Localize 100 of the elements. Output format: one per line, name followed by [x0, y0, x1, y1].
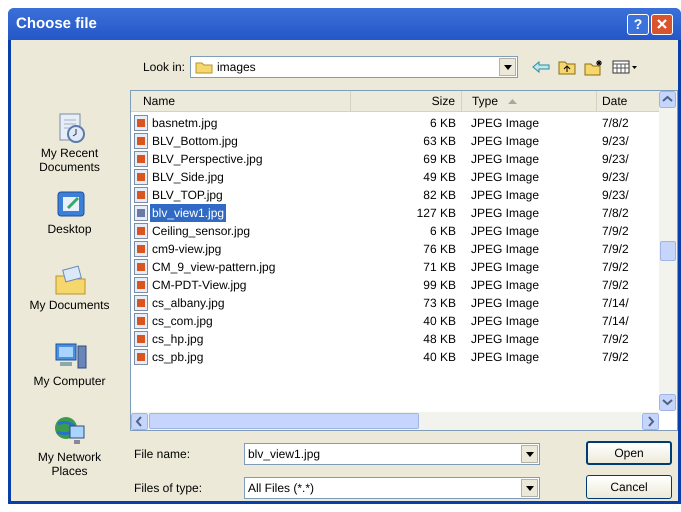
- file-name-cell[interactable]: cs_pb.jpg: [150, 348, 206, 366]
- image-file-icon: [134, 295, 148, 311]
- size-cell-text: 6 KB: [428, 115, 457, 132]
- file-name-cell[interactable]: CM-PDT-View.jpg: [150, 276, 248, 294]
- size-cell-text: 71 KB: [422, 259, 457, 276]
- image-file-icon: [134, 277, 148, 293]
- type-cell-text: JPEG Image: [470, 313, 540, 330]
- size-cell-text: 63 KB: [422, 133, 457, 150]
- vertical-scrollbar[interactable]: [659, 91, 677, 411]
- back-icon[interactable]: [532, 61, 550, 73]
- column-header[interactable]: Size: [351, 91, 462, 111]
- file-name-cell[interactable]: cs_hp.jpg: [150, 330, 206, 348]
- image-file-icon: [134, 187, 148, 203]
- image-file-icon: [134, 259, 148, 275]
- date-cell-text: 9/23/: [601, 187, 630, 204]
- scroll-up-icon[interactable]: [659, 91, 676, 108]
- look-in-dropdown[interactable]: images: [190, 56, 518, 78]
- file-name-cell[interactable]: BLV_TOP.jpg: [150, 186, 225, 204]
- scroll-thumb[interactable]: [660, 241, 676, 261]
- file-name-cell[interactable]: Ceiling_sensor.jpg: [150, 222, 252, 240]
- dropdown-button[interactable]: [499, 58, 516, 76]
- file-name-cell[interactable]: CM_9_view-pattern.jpg: [150, 258, 278, 276]
- column-header[interactable]: Date: [597, 91, 643, 111]
- date-cell-text: 7/8/2: [601, 205, 630, 222]
- horizontal-scrollbar[interactable]: [131, 412, 659, 430]
- date-cell-text: 9/23/: [601, 151, 630, 168]
- size-cell-text: 6 KB: [428, 223, 457, 240]
- file-type-label: Files of type:: [133, 480, 204, 497]
- image-file-icon: [134, 313, 148, 329]
- date-cell-text: 7/9/2: [601, 223, 630, 240]
- size-cell-text: 48 KB: [422, 331, 457, 348]
- place-item[interactable]: Desktop: [20, 186, 120, 260]
- size-cell-text: 69 KB: [422, 151, 457, 168]
- view-menu-icon[interactable]: [612, 60, 638, 74]
- close-button[interactable]: [651, 14, 673, 34]
- dropdown-button[interactable]: [521, 445, 538, 463]
- date-cell-text: 9/23/: [601, 169, 630, 186]
- window-title: Choose file: [16, 14, 98, 34]
- column-header[interactable]: Type: [462, 91, 597, 111]
- column-header[interactable]: Name: [131, 91, 351, 111]
- file-name-cell[interactable]: cs_com.jpg: [150, 312, 215, 330]
- file-name-cell[interactable]: cs_albany.jpg: [150, 294, 226, 312]
- image-file-icon: [134, 349, 148, 365]
- size-cell-text: 49 KB: [422, 169, 457, 186]
- scroll-thumb[interactable]: [149, 413, 419, 429]
- type-cell-text: JPEG Image: [470, 241, 540, 258]
- cancel-button[interactable]: Cancel: [586, 475, 672, 499]
- date-cell-text: 7/9/2: [601, 259, 630, 276]
- folder-icon: [195, 60, 213, 74]
- type-cell-text: JPEG Image: [470, 133, 540, 150]
- date-cell-text: 7/9/2: [601, 331, 630, 348]
- type-cell-text: JPEG Image: [470, 331, 540, 348]
- image-file-icon: [134, 115, 148, 131]
- date-cell-text: 9/23/: [601, 133, 630, 150]
- date-cell-text: 7/9/2: [601, 349, 630, 366]
- up-folder-icon[interactable]: [558, 59, 576, 75]
- type-cell-text: JPEG Image: [470, 205, 540, 222]
- scroll-left-icon[interactable]: [131, 412, 148, 430]
- place-item[interactable]: My Documents: [20, 262, 120, 336]
- image-file-icon: [134, 133, 148, 149]
- file-type-dropdown[interactable]: All Files (*.*): [244, 477, 540, 499]
- type-cell-text: JPEG Image: [470, 151, 540, 168]
- dropdown-button[interactable]: [521, 479, 538, 497]
- date-cell-text: 7/9/2: [601, 241, 630, 258]
- scroll-down-icon[interactable]: [659, 394, 676, 411]
- type-cell-text: JPEG Image: [470, 223, 540, 240]
- image-file-icon: [134, 151, 148, 167]
- size-cell-text: 40 KB: [422, 349, 457, 366]
- size-cell-text: 82 KB: [422, 187, 457, 204]
- place-item[interactable]: My Network Places: [20, 414, 120, 488]
- date-cell-text: 7/9/2: [601, 277, 630, 294]
- open-button[interactable]: Open: [586, 441, 672, 465]
- date-cell-text: 7/14/: [601, 313, 630, 330]
- file-name-field[interactable]: blv_view1.jpg: [244, 443, 540, 465]
- file-name-label: File name:: [133, 446, 192, 463]
- image-file-icon: [134, 331, 148, 347]
- help-button[interactable]: ?: [627, 14, 649, 34]
- place-item[interactable]: My Recent Documents: [20, 110, 120, 184]
- file-name-cell[interactable]: blv_view1.jpg: [150, 204, 226, 222]
- file-type-value: All Files (*.*): [248, 480, 316, 497]
- file-name-cell[interactable]: basnetm.jpg: [150, 114, 220, 132]
- image-file-icon: [134, 241, 148, 257]
- date-cell-text: 7/14/: [601, 295, 630, 312]
- size-cell-text: 99 KB: [422, 277, 457, 294]
- type-cell-text: JPEG Image: [470, 187, 540, 204]
- file-name-cell[interactable]: BLV_Bottom.jpg: [150, 132, 240, 150]
- type-cell-text: JPEG Image: [470, 277, 540, 294]
- size-cell-text: 40 KB: [422, 313, 457, 330]
- file-name-cell[interactable]: BLV_Perspective.jpg: [150, 150, 265, 168]
- date-cell-text: 7/8/2: [601, 115, 630, 132]
- file-name-cell[interactable]: BLV_Side.jpg: [150, 168, 226, 186]
- type-cell-text: JPEG Image: [470, 169, 540, 186]
- place-item[interactable]: My Computer: [20, 338, 120, 412]
- scroll-right-icon[interactable]: [642, 412, 659, 430]
- size-cell-text: 76 KB: [422, 241, 457, 258]
- image-file-icon: [134, 169, 148, 185]
- file-name-cell[interactable]: cm9-view.jpg: [150, 240, 224, 258]
- type-cell-text: JPEG Image: [470, 349, 540, 366]
- image-file-icon: [134, 205, 148, 221]
- new-folder-icon[interactable]: [584, 58, 604, 76]
